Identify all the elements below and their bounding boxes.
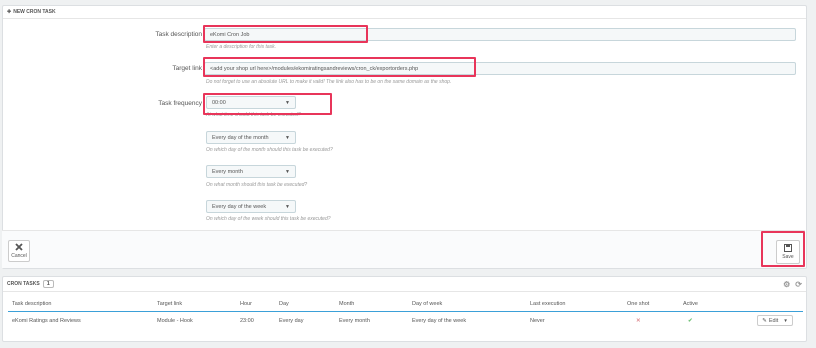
chevron-down-icon: ▼ — [285, 203, 290, 210]
highlight-task-frequency — [203, 93, 332, 115]
target-link-help: Do not forget to use an absolute URL to … — [206, 79, 452, 85]
edit-button[interactable]: ✎ Edit ▼ — [757, 315, 793, 326]
row-target-link: Module - Hook — [157, 318, 193, 324]
task-frequency-label: Task frequency — [158, 100, 202, 107]
cancel-label: Cancel — [11, 253, 27, 259]
cancel-button[interactable]: Cancel — [8, 240, 30, 262]
close-icon — [15, 243, 23, 251]
chevron-down-icon: ▼ — [285, 168, 290, 175]
highlight-target-link — [203, 57, 476, 77]
task-description-help: Enter a description for this task. — [206, 44, 277, 50]
panel-title: New cron task — [13, 9, 56, 15]
day-of-week-help: On which day of the week should this tas… — [206, 216, 331, 222]
panel-header: ✚ New cron task — [3, 6, 806, 19]
col-task-description: Task description — [12, 301, 52, 307]
col-hour: Hour — [240, 301, 252, 307]
target-link-label: Target link — [172, 65, 202, 72]
month-help: On what month should this task be execut… — [206, 182, 308, 188]
highlight-save-button — [761, 231, 805, 267]
row-day: Every day — [279, 318, 304, 324]
table-header-divider — [8, 311, 803, 312]
month-select[interactable]: Every month ▼ — [206, 165, 296, 178]
month-value: Every month — [212, 168, 243, 175]
col-one-shot: One shot — [627, 301, 650, 307]
row-hour: 23:00 — [240, 318, 254, 324]
col-target-link: Target link — [157, 301, 183, 307]
highlight-task-description — [203, 25, 368, 43]
row-task-description: eKomi Ratings and Reviews — [12, 318, 81, 324]
day-of-month-select[interactable]: Every day of the month ▼ — [206, 131, 296, 144]
col-last-execution: Last execution — [530, 301, 566, 307]
caret-down-icon: ▼ — [783, 318, 788, 323]
edit-label: Edit — [768, 317, 779, 324]
refresh-icon[interactable]: ⟳ — [795, 280, 802, 289]
one-shot-x-icon[interactable]: ✕ — [636, 318, 641, 324]
day-of-month-help: On which day of the month should this ta… — [206, 147, 333, 153]
day-of-week-select[interactable]: Every day of the week ▼ — [206, 200, 296, 213]
cron-panel-header: Cron tasks 1 ⚙ ⟳ — [3, 277, 806, 292]
day-of-week-value: Every day of the week — [212, 203, 267, 210]
form-footer — [2, 230, 805, 268]
cron-tasks-panel: Cron tasks 1 ⚙ ⟳ — [2, 276, 807, 342]
table-row — [3, 313, 805, 329]
col-day: Day — [279, 301, 289, 307]
settings-icon[interactable]: ⚙ — [783, 280, 790, 289]
plus-icon: ✚ — [7, 9, 12, 15]
row-last-execution: Never — [530, 318, 545, 324]
active-check-icon[interactable]: ✔ — [688, 318, 693, 324]
row-day-of-week: Every day of the week — [412, 318, 467, 324]
chevron-down-icon: ▼ — [285, 134, 290, 141]
col-active: Active — [683, 301, 698, 307]
cron-panel-title: Cron tasks — [7, 281, 40, 287]
task-description-label: Task description — [155, 31, 202, 38]
row-month: Every month — [339, 318, 370, 324]
day-of-month-value: Every day of the month — [212, 134, 269, 141]
task-count-badge: 1 — [42, 280, 54, 288]
pencil-icon: ✎ — [762, 317, 767, 324]
col-day-of-week: Day of week — [412, 301, 443, 307]
col-month: Month — [339, 301, 355, 307]
